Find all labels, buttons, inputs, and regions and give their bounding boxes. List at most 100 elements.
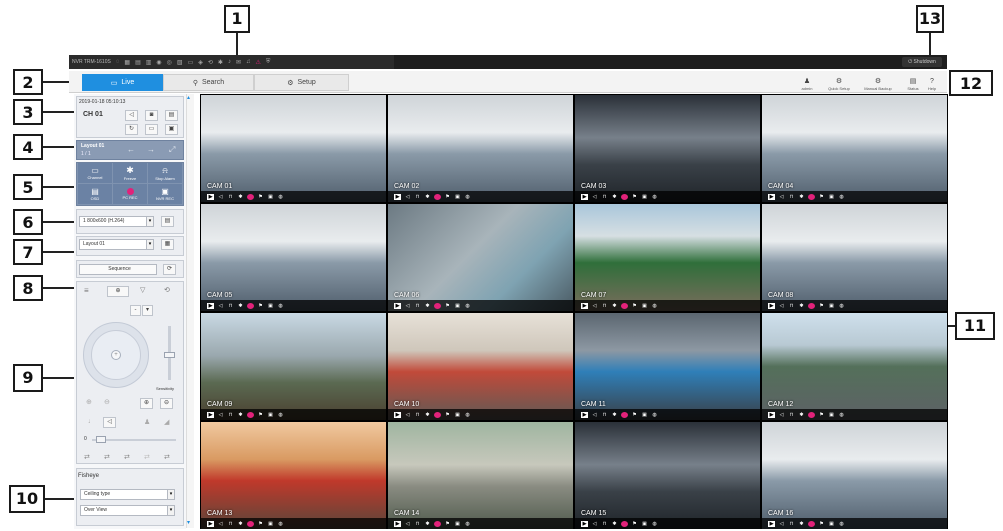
record-icon[interactable] bbox=[621, 411, 628, 418]
event-icon[interactable]: ⚑ bbox=[631, 521, 638, 527]
mic-icon[interactable]: ♩ bbox=[88, 418, 95, 425]
channel-button[interactable]: ▭ Channel bbox=[78, 163, 112, 183]
motion-icon[interactable]: ✱ bbox=[237, 194, 244, 200]
lock-icon[interactable]: ⊓ bbox=[601, 303, 608, 309]
aux-icon-1[interactable]: ⇄ bbox=[84, 453, 90, 461]
event-icon[interactable]: ⚑ bbox=[818, 194, 825, 200]
fisheye-icon[interactable]: ◍ bbox=[838, 303, 845, 309]
lock-icon[interactable]: ⊓ bbox=[227, 521, 234, 527]
fisheye-icon[interactable]: ◍ bbox=[277, 521, 284, 527]
fullscreen-button[interactable]: ▭ bbox=[145, 124, 158, 135]
speaker-button[interactable]: ◁ bbox=[103, 417, 116, 428]
zoom-in-small-icon[interactable]: ⊕ bbox=[86, 398, 92, 406]
camera-tile[interactable]: CAM 12 ▶ ◁ ⊓ ✱ ⚑ ▣ ◍ bbox=[762, 313, 947, 420]
backup-icon[interactable]: ▣ bbox=[828, 412, 835, 418]
lock-icon[interactable]: ⊓ bbox=[601, 412, 608, 418]
record-icon[interactable] bbox=[621, 520, 628, 527]
fisheye-view-arrow[interactable]: ▾ bbox=[167, 505, 175, 516]
fisheye-icon[interactable]: ◍ bbox=[651, 412, 658, 418]
sidebar-scrollbar[interactable]: ▴ ▾ bbox=[186, 94, 194, 528]
live-badge-icon[interactable]: ▶ bbox=[768, 411, 775, 418]
layout-dropdown-arrow[interactable]: ▾ bbox=[146, 239, 154, 250]
backup-icon[interactable]: ▣ bbox=[454, 412, 461, 418]
fisheye-icon[interactable]: ◍ bbox=[838, 521, 845, 527]
live-badge-icon[interactable]: ▶ bbox=[581, 302, 588, 309]
fisheye-icon[interactable]: ◍ bbox=[651, 303, 658, 309]
backup-icon[interactable]: ▣ bbox=[454, 303, 461, 309]
fisheye-view-select[interactable]: Over View bbox=[80, 505, 168, 516]
zoom-out-button[interactable]: ⊖ bbox=[160, 398, 173, 409]
event-icon[interactable]: ⚑ bbox=[444, 521, 451, 527]
ptz-minus-button[interactable]: - bbox=[130, 305, 141, 316]
fisheye-icon[interactable]: ◍ bbox=[464, 412, 471, 418]
live-badge-icon[interactable]: ▶ bbox=[207, 302, 214, 309]
audio-icon[interactable]: ◁ bbox=[778, 521, 785, 527]
live-badge-icon[interactable]: ▶ bbox=[581, 411, 588, 418]
lock-icon[interactable]: ⊓ bbox=[601, 194, 608, 200]
audio-icon[interactable]: ◁ bbox=[778, 194, 785, 200]
record-icon[interactable] bbox=[621, 302, 628, 309]
record-icon[interactable] bbox=[434, 302, 441, 309]
motion-icon[interactable]: ✱ bbox=[611, 412, 618, 418]
ptz-joystick-knob[interactable]: + bbox=[111, 350, 121, 360]
backup-icon[interactable]: ▣ bbox=[828, 521, 835, 527]
tab-search[interactable]: ⚲ Search bbox=[163, 74, 254, 91]
event-icon[interactable]: ⚑ bbox=[818, 303, 825, 309]
fisheye-icon[interactable]: ◍ bbox=[464, 521, 471, 527]
level-icon[interactable]: ◢ bbox=[164, 418, 169, 426]
rotate-icon[interactable]: ⟲ bbox=[164, 286, 170, 294]
live-badge-icon[interactable]: ▶ bbox=[768, 302, 775, 309]
zoom-button[interactable]: ▣ bbox=[165, 124, 178, 135]
fisheye-icon[interactable]: ◍ bbox=[277, 412, 284, 418]
camera-tile[interactable]: CAM 08 ▶ ◁ ⊓ ✱ ⚑ ▣ ◍ bbox=[762, 204, 947, 311]
shutdown-button[interactable]: ⏻ Shutdown bbox=[902, 57, 942, 67]
audio-icon[interactable]: ◁ bbox=[591, 412, 598, 418]
osd-button[interactable]: ▤ OSD bbox=[78, 184, 112, 204]
audio-icon[interactable]: ◁ bbox=[217, 412, 224, 418]
event-icon[interactable]: ⚑ bbox=[444, 303, 451, 309]
audio-icon[interactable]: ◁ bbox=[217, 194, 224, 200]
event-icon[interactable]: ⚑ bbox=[444, 412, 451, 418]
filter-icon[interactable]: ▽ bbox=[140, 286, 145, 294]
event-icon[interactable]: ⚑ bbox=[818, 521, 825, 527]
motion-icon[interactable]: ✱ bbox=[611, 194, 618, 200]
camera-tile[interactable]: CAM 13 ▶ ◁ ⊓ ✱ ⚑ ▣ ◍ bbox=[201, 422, 386, 529]
motion-icon[interactable]: ✱ bbox=[424, 194, 431, 200]
backup-icon[interactable]: ▣ bbox=[828, 194, 835, 200]
audio-icon[interactable]: ◁ bbox=[778, 303, 785, 309]
profile-select[interactable]: 1 800x600 (H.264) bbox=[79, 216, 147, 227]
aux-icon-4[interactable]: ⇄ bbox=[144, 453, 150, 461]
menu-icon[interactable]: ≡ bbox=[84, 286, 89, 295]
backup-icon[interactable]: ▣ bbox=[267, 412, 274, 418]
audio-icon[interactable]: ◁ bbox=[404, 194, 411, 200]
audio-icon[interactable]: ◁ bbox=[778, 412, 785, 418]
backup-icon[interactable]: ▣ bbox=[267, 521, 274, 527]
record-icon[interactable] bbox=[434, 520, 441, 527]
layout-select[interactable]: Layout 01 bbox=[79, 239, 147, 250]
event-icon[interactable]: ⚑ bbox=[631, 194, 638, 200]
motion-icon[interactable]: ✱ bbox=[424, 521, 431, 527]
zoom-in-button[interactable]: ⊕ bbox=[140, 398, 153, 409]
audio-icon[interactable]: ◁ bbox=[591, 521, 598, 527]
camera-tile[interactable]: CAM 03 ▶ ◁ ⊓ ✱ ⚑ ▣ ◍ bbox=[575, 95, 760, 202]
freeze-button[interactable]: ✱ Freeze bbox=[113, 163, 147, 183]
prev-arrow-icon[interactable]: ← bbox=[127, 145, 135, 154]
record-icon[interactable] bbox=[247, 520, 254, 527]
motion-icon[interactable]: ✱ bbox=[237, 521, 244, 527]
record-icon[interactable] bbox=[621, 193, 628, 200]
next-arrow-icon[interactable]: → bbox=[147, 145, 155, 154]
event-icon[interactable]: ⚑ bbox=[631, 303, 638, 309]
camera-tile[interactable]: CAM 06 ▶ ◁ ⊓ ✱ ⚑ ▣ ◍ bbox=[388, 204, 573, 311]
pc-rec-button[interactable]: PC REC bbox=[113, 184, 147, 204]
lock-icon[interactable]: ⊓ bbox=[414, 194, 421, 200]
lock-icon[interactable]: ⊓ bbox=[414, 303, 421, 309]
motion-icon[interactable]: ✱ bbox=[798, 412, 805, 418]
aux-icon-2[interactable]: ⇄ bbox=[104, 453, 110, 461]
backup-icon[interactable]: ▣ bbox=[641, 303, 648, 309]
fisheye-icon[interactable]: ◍ bbox=[464, 194, 471, 200]
record-icon[interactable] bbox=[434, 193, 441, 200]
live-badge-icon[interactable]: ▶ bbox=[394, 193, 401, 200]
backup-icon[interactable]: ▣ bbox=[267, 303, 274, 309]
record-icon[interactable] bbox=[808, 520, 815, 527]
motion-icon[interactable]: ✱ bbox=[798, 303, 805, 309]
